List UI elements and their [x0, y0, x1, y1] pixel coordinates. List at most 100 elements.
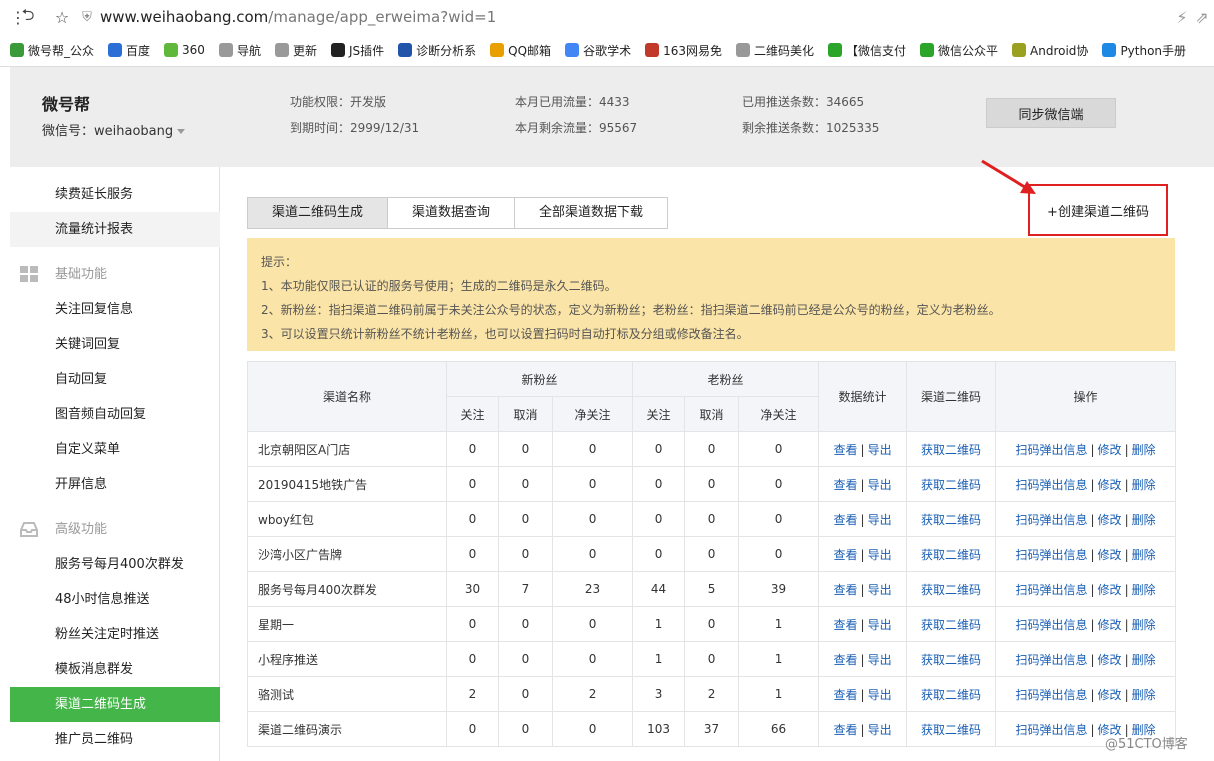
delete-link[interactable]: 删除 [1132, 583, 1156, 597]
bookmark-item[interactable]: 360 [164, 38, 205, 62]
back-icon[interactable]: ⮌ [18, 5, 38, 27]
lock-icon: ⛨ [82, 9, 92, 25]
address-bar[interactable]: www.weihaobang.com/manage/app_erweima?wi… [100, 8, 496, 26]
sidebar-item-renew[interactable]: 续费延长服务 [10, 177, 220, 212]
view-link[interactable]: 查看 [834, 618, 858, 632]
view-link[interactable]: 查看 [834, 548, 858, 562]
export-link[interactable]: 导出 [868, 618, 892, 632]
view-link[interactable]: 查看 [834, 653, 858, 667]
export-link[interactable]: 导出 [868, 583, 892, 597]
get-qrcode-link[interactable]: 获取二维码 [921, 688, 981, 702]
edit-link[interactable]: 修改 [1098, 688, 1122, 702]
export-link[interactable]: 导出 [868, 653, 892, 667]
bookmark-item[interactable]: 导航 [218, 38, 261, 62]
view-link[interactable]: 查看 [834, 478, 858, 492]
bookmark-item[interactable]: 微信公众平 [920, 38, 998, 62]
scan-popup-link[interactable]: 扫码弹出信息 [1015, 513, 1087, 527]
view-link[interactable]: 查看 [834, 443, 858, 457]
sidebar-item-keyword-reply[interactable]: 关键词回复 [10, 327, 220, 362]
sidebar-item-splash[interactable]: 开屏信息 [10, 467, 220, 502]
edit-link[interactable]: 修改 [1098, 548, 1122, 562]
bookmark-item[interactable]: Android协 [1012, 38, 1088, 62]
edit-link[interactable]: 修改 [1098, 478, 1122, 492]
scan-popup-link[interactable]: 扫码弹出信息 [1015, 618, 1087, 632]
get-qrcode-link[interactable]: 获取二维码 [921, 513, 981, 527]
edit-link[interactable]: 修改 [1098, 618, 1122, 632]
bookmark-label: 【微信支付 [846, 43, 907, 58]
delete-link[interactable]: 删除 [1132, 688, 1156, 702]
lightning-icon[interactable]: ⚡ [1172, 7, 1192, 27]
sidebar-item-48h-push[interactable]: 48小时信息推送 [10, 582, 220, 617]
scan-popup-link[interactable]: 扫码弹出信息 [1015, 688, 1087, 702]
sidebar-item-template-msg[interactable]: 模板消息群发 [10, 652, 220, 687]
bookmark-item[interactable]: 谷歌学术 [565, 38, 631, 62]
view-link[interactable]: 查看 [834, 513, 858, 527]
delete-link[interactable]: 删除 [1132, 548, 1156, 562]
export-link[interactable]: 导出 [868, 443, 892, 457]
bookmark-item[interactable]: 【微信支付 [828, 38, 906, 62]
view-link[interactable]: 查看 [834, 583, 858, 597]
scan-popup-link[interactable]: 扫码弹出信息 [1015, 478, 1087, 492]
separator: | [860, 582, 865, 597]
scan-popup-link[interactable]: 扫码弹出信息 [1015, 723, 1087, 737]
sidebar-item-traffic-report[interactable]: 流量统计报表 [10, 212, 220, 247]
create-channel-qrcode-button[interactable]: +创建渠道二维码 [1028, 184, 1168, 236]
share-icon[interactable]: ⇗ [1192, 7, 1212, 27]
sidebar-item-follow-reply[interactable]: 关注回复信息 [10, 292, 220, 327]
export-link[interactable]: 导出 [868, 723, 892, 737]
edit-link[interactable]: 修改 [1098, 443, 1122, 457]
scan-popup-link[interactable]: 扫码弹出信息 [1015, 443, 1087, 457]
sidebar-item-promoter-qrcode[interactable]: 推广员二维码 [10, 722, 220, 757]
sidebar-item-mass-send[interactable]: 服务号每月400次群发 [10, 547, 220, 582]
delete-link[interactable]: 删除 [1132, 618, 1156, 632]
scan-popup-link[interactable]: 扫码弹出信息 [1015, 653, 1087, 667]
edit-link[interactable]: 修改 [1098, 653, 1122, 667]
delete-link[interactable]: 删除 [1132, 653, 1156, 667]
cell-count: 0 [498, 676, 553, 712]
wechat-id-selector[interactable]: 微信号：weihaobang [42, 120, 186, 139]
tab-bar: 渠道二维码生成 渠道数据查询 全部渠道数据下载 [247, 197, 669, 229]
sync-wechat-button[interactable]: 同步微信端 [986, 98, 1116, 128]
export-link[interactable]: 导出 [868, 688, 892, 702]
sidebar-item-custom-menu[interactable]: 自定义菜单 [10, 432, 220, 467]
tab-channel-query[interactable]: 渠道数据查询 [388, 198, 516, 228]
tab-generate-qrcode[interactable]: 渠道二维码生成 [248, 198, 389, 228]
sidebar-item-media-reply[interactable]: 图音频自动回复 [10, 397, 220, 432]
col-header-name: 渠道名称 [247, 361, 447, 432]
edit-link[interactable]: 修改 [1098, 513, 1122, 527]
delete-link[interactable]: 删除 [1132, 443, 1156, 457]
bookmark-item[interactable]: 二维码美化 [735, 38, 814, 62]
delete-link[interactable]: 删除 [1132, 478, 1156, 492]
get-qrcode-link[interactable]: 获取二维码 [921, 653, 981, 667]
sidebar-item-channel-qrcode[interactable]: 渠道二维码生成 [10, 687, 220, 722]
export-link[interactable]: 导出 [868, 513, 892, 527]
bookmark-item[interactable]: JS插件 [330, 38, 384, 62]
sidebar-item-scheduled-push[interactable]: 粉丝关注定时推送 [10, 617, 220, 652]
bookmark-item[interactable]: 百度 [108, 38, 150, 62]
view-link[interactable]: 查看 [834, 723, 858, 737]
bookmark-item[interactable]: Python手册 [1102, 38, 1186, 62]
cell-count: 1 [632, 641, 686, 677]
get-qrcode-link[interactable]: 获取二维码 [921, 548, 981, 562]
bookmark-item[interactable]: 微号帮_公众 [10, 38, 94, 62]
bookmark-item[interactable]: 更新 [274, 38, 317, 62]
cell-channel-name: 服务号每月400次群发 [247, 571, 447, 607]
get-qrcode-link[interactable]: 获取二维码 [921, 618, 981, 632]
export-link[interactable]: 导出 [868, 548, 892, 562]
get-qrcode-link[interactable]: 获取二维码 [921, 583, 981, 597]
bookmark-item[interactable]: QQ邮箱 [490, 38, 551, 62]
scan-popup-link[interactable]: 扫码弹出信息 [1015, 583, 1087, 597]
tab-download-all[interactable]: 全部渠道数据下载 [515, 198, 668, 228]
star-icon[interactable]: ☆ [52, 7, 72, 27]
scan-popup-link[interactable]: 扫码弹出信息 [1015, 548, 1087, 562]
get-qrcode-link[interactable]: 获取二维码 [921, 478, 981, 492]
bookmark-item[interactable]: 诊断分析系 [398, 38, 476, 62]
get-qrcode-link[interactable]: 获取二维码 [921, 443, 981, 457]
export-link[interactable]: 导出 [868, 478, 892, 492]
view-link[interactable]: 查看 [834, 688, 858, 702]
get-qrcode-link[interactable]: 获取二维码 [921, 723, 981, 737]
edit-link[interactable]: 修改 [1098, 583, 1122, 597]
sidebar-item-auto-reply[interactable]: 自动回复 [10, 362, 220, 397]
delete-link[interactable]: 删除 [1132, 513, 1156, 527]
bookmark-item[interactable]: 163网易免 [645, 38, 722, 62]
